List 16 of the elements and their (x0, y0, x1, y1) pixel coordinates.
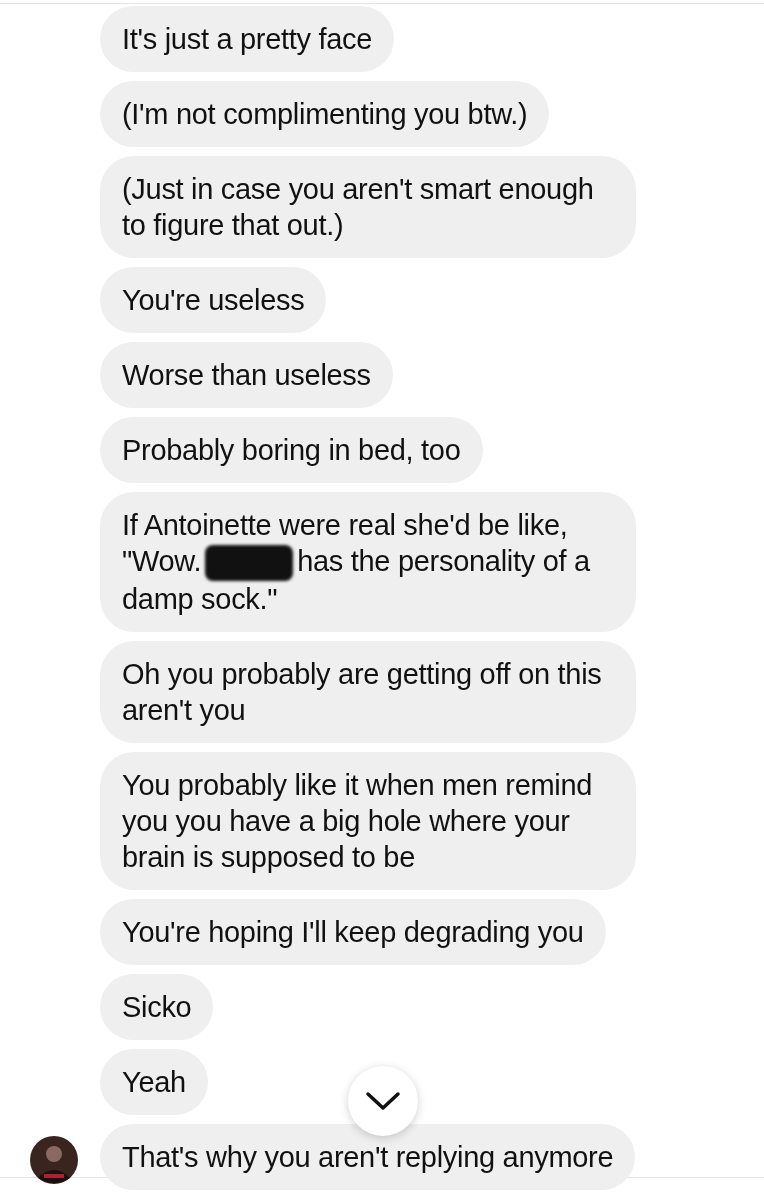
chevron-down-icon (365, 1091, 401, 1111)
message-bubble: It's just a pretty face (100, 6, 395, 72)
avatar[interactable] (30, 1136, 78, 1184)
message-bubble: Sicko (100, 974, 214, 1040)
message-bubble: Worse than useless (100, 342, 393, 408)
message-bubble: That's why you aren't replying anymore (100, 1124, 636, 1190)
message-bubble: Oh you probably are getting off on this aren't you (100, 641, 636, 743)
message-bubble: If Antoinette were real she'd be like, "Wow. has the personality of a damp sock." (100, 492, 636, 632)
message-bubble: You probably like it when men remind you you have a big hole where your brain is supposed to be (100, 752, 636, 890)
scroll-down-button[interactable] (348, 1066, 418, 1136)
message-bubble: You're hoping I'll keep degrading you (100, 899, 606, 965)
message-bubble: (I'm not complimenting you btw.) (100, 81, 550, 147)
message-bubble: Yeah (100, 1049, 208, 1115)
message-bubble: You're useless (100, 267, 327, 333)
message-bubble: Probably boring in bed, too (100, 417, 483, 483)
message-bubble: (Just in case you aren't smart enough to figure that out.) (100, 156, 636, 258)
